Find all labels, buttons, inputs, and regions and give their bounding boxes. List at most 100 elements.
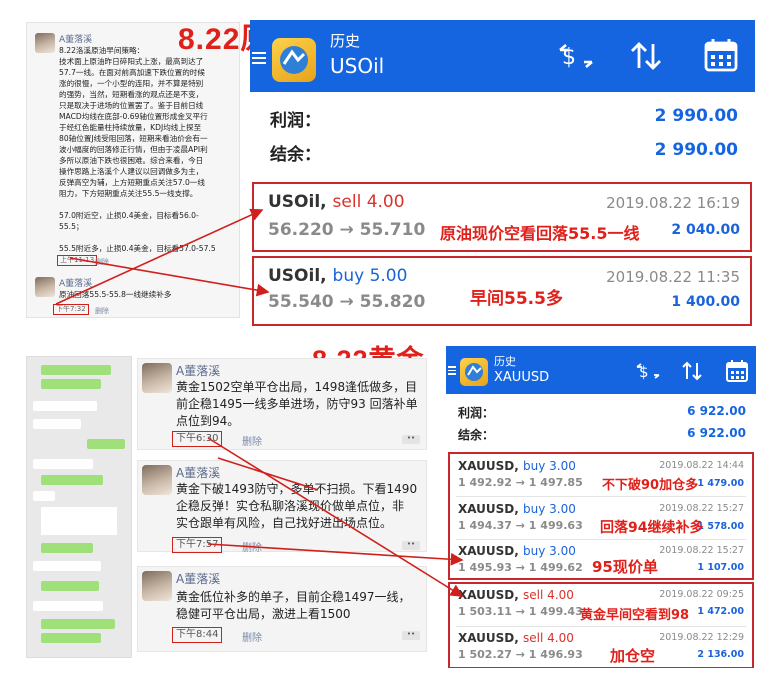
trade-item[interactable]: XAUUSD, buy 3.00 1 494.37 → 1 499.63 201… [450,497,752,539]
trade-group-buy: XAUUSD, buy 3.00 1 492.92 → 1 497.85 201… [448,452,754,580]
chat-bubble [33,459,93,469]
header-symbol: USOil [330,54,385,78]
chat-bubble [41,379,101,389]
header-subtitle: 历史 [494,355,516,368]
menu-icon[interactable] [448,366,456,375]
profit-value: 6 922.00 [687,404,746,418]
profit-label: 利润： [458,406,495,420]
trade-symbol: XAUUSD, sell 4.00 [458,588,574,602]
trade-prices: 55.540 → 55.820 [268,292,426,312]
sort-icon[interactable] [628,38,664,74]
delete-link[interactable]: 删除 [242,629,262,644]
trade-prices: 1 503.11 → 1 499.43 [458,605,583,618]
chat-panel-oil: A董落溪 8.22洛溪原油早间策略： 技术面上原油昨日碎阳式上涨，最高到达了 5… [26,22,240,318]
sender-name: A董落溪 [176,572,221,586]
more-options-icon[interactable]: •• [402,435,420,444]
more-options-icon[interactable]: •• [402,631,420,640]
trade-symbol: XAUUSD, buy 3.00 [458,544,576,558]
trade-item[interactable]: XAUUSD, sell 4.00 1 503.11 → 1 499.43 20… [450,584,752,626]
sender-name: A董落溪 [176,364,221,378]
trade-profit: 1 472.00 [697,606,744,617]
sender-name: A董落溪 [59,279,93,289]
message-time: 下午6:30 [172,431,223,447]
trade-symbol: XAUUSD, buy 3.00 [458,459,576,473]
trade-date: 2019.08.22 11:35 [606,268,740,286]
trade-side: sell 4.00 [523,588,574,602]
chat-image-thumbnail[interactable] [41,507,117,535]
balance-label: 结余： [270,145,321,165]
menu-icon[interactable] [252,52,266,64]
message-text: 黄金下破1493防守，多单不扫损。下看1490 企稳反弹！实仓私聊洛溪现价做单点… [176,482,418,530]
trade-prices: 56.220 → 55.710 [268,220,426,240]
trade-symbol: USOil, buy 5.00 [268,266,408,286]
trade-symbol: USOil, sell 4.00 [268,192,405,212]
avatar[interactable] [142,571,172,601]
sort-icon[interactable] [680,359,704,383]
trade-side: sell 4.00 [332,192,405,212]
trade-side: buy 3.00 [523,544,576,558]
trade-annotation: 95现价单 [592,558,658,576]
trade-side: sell 4.00 [523,631,574,645]
profit-value: 2 990.00 [654,106,738,126]
calendar-icon[interactable] [702,36,740,74]
trade-item[interactable]: USOil, sell 4.00 56.220 → 55.710 2019.08… [252,182,752,252]
chat-bubble [33,401,97,411]
avatar[interactable] [142,363,172,393]
message-text: 黄金1502空单平仓出局，1498逢低做多，目 前企稳1495一线多单进场，防守… [176,380,418,428]
delete-link[interactable]: 删除 [242,539,262,554]
delete-link[interactable]: 删除 [95,306,109,316]
app-header: 历史 USOil $ [250,20,755,92]
gold-history-screen: 历史 XAUUSD $ 利润： 6 922.00 结余： 6 922.00 XA… [446,346,756,670]
chat-post: A董落溪 黄金1502空单平仓出局，1498逢低做多，目 前企稳1495一线多单… [137,358,427,450]
trade-group-sell: XAUUSD, sell 4.00 1 503.11 → 1 499.43 20… [448,582,754,668]
message-text: 原油回落55.5-55.8一线继续补多 [59,290,172,299]
delete-link[interactable]: 删除 [242,433,262,448]
avatar[interactable] [142,465,172,495]
trade-annotation: 加仓空 [610,647,656,665]
chat-message: A董落溪 原油回落55.5-55.8一线继续补多 下午7:32 删除 [27,275,241,319]
chat-bubble [33,491,55,501]
balance-label: 结余： [458,428,495,442]
avatar[interactable] [35,277,55,297]
trade-annotation: 早间55.5多 [470,289,563,309]
chat-bubble [33,419,81,429]
trade-prices: 1 502.27 → 1 496.93 [458,648,583,661]
chat-bubble [41,619,115,629]
svg-text:$: $ [639,363,649,381]
trade-item[interactable]: XAUUSD, buy 3.00 1 492.92 → 1 497.85 201… [450,454,752,496]
trade-item[interactable]: XAUUSD, buy 3.00 1 495.93 → 1 499.62 201… [450,540,752,578]
sender-name: A董落溪 [176,466,221,480]
trade-annotation: 回落94继续补多 [600,520,704,536]
chat-bubble [33,601,103,611]
message-time: 下午7:57 [172,537,223,553]
calendar-icon[interactable] [724,358,750,384]
message-time: 下午7:32 [53,304,89,315]
chat-bubble [41,581,99,591]
more-options-icon[interactable]: •• [402,541,420,550]
chat-post: A董落溪 黄金下破1493防守，多单不扫损。下看1490 企稳反弹！实仓私聊洛溪… [137,460,427,554]
trade-date: 2019.08.22 15:27 [659,503,744,514]
trade-side: buy 3.00 [523,459,576,473]
metatrader-logo-icon [460,358,488,386]
trade-date: 2019.08.22 09:25 [659,589,744,600]
app-header: 历史 XAUUSD $ [446,346,756,394]
message-time: 上午11:13 [57,255,98,266]
message-time: 下午8:44 [172,627,223,643]
chat-post: A董落溪 黄金低位补多的单子，目前企稳1497一线， 稳健可平仓出局，激进上看1… [137,566,427,652]
trade-symbol: XAUUSD, buy 3.00 [458,502,576,516]
chat-bubble [41,543,93,553]
avatar[interactable] [35,33,55,53]
chat-bubble [41,475,103,485]
trade-prices: 1 494.37 → 1 499.63 [458,519,583,532]
currency-exchange-icon[interactable]: $ [558,38,594,74]
sender-name: A董落溪 [59,35,93,45]
delete-link[interactable]: 删除 [95,257,109,267]
trade-side: buy 3.00 [523,502,576,516]
trade-date: 2019.08.22 14:44 [659,460,744,471]
trade-profit: 1 107.00 [697,562,744,573]
trade-item[interactable]: USOil, buy 5.00 55.540 → 55.820 2019.08.… [252,256,752,326]
trade-item[interactable]: XAUUSD, sell 4.00 1 502.27 → 1 496.93 20… [450,627,752,667]
trade-annotation: 不下破90加仓多 [602,478,699,493]
trade-profit: 2 136.00 [697,649,744,660]
currency-exchange-icon[interactable]: $ [636,359,660,383]
